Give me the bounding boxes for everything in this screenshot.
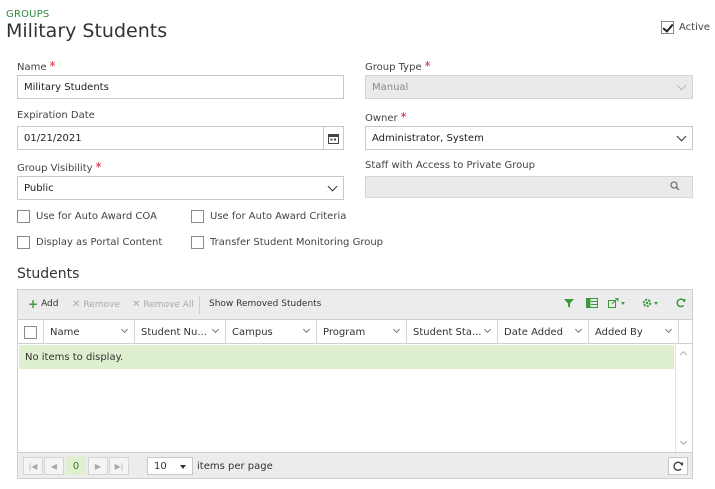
name-label: Name * <box>17 59 56 73</box>
chevron-down-icon <box>574 325 583 334</box>
auto-award-coa-checkbox[interactable] <box>17 210 30 223</box>
transfer-monitoring-option[interactable]: Transfer Student Monitoring Group <box>191 236 383 249</box>
chevron-down-icon <box>676 80 687 91</box>
page-eyebrow: GROUPS <box>6 9 50 20</box>
column-student-number[interactable]: Student Nu... <box>135 320 226 344</box>
expiration-date-input[interactable]: 01/21/2021 <box>17 126 344 150</box>
items-per-page-label: items per page <box>197 461 273 472</box>
name-value: Military Students <box>24 81 109 93</box>
owner-value: Administrator, System <box>372 132 484 144</box>
page-size-select[interactable]: 10 <box>147 457 193 475</box>
close-icon: ✕ <box>132 299 141 310</box>
grid-pager: |◀ ◀ 0 ▶ ▶| 10 items per page <box>18 452 692 478</box>
auto-award-coa-option[interactable]: Use for Auto Award COA <box>17 210 157 223</box>
grid-column-header: Name Student Nu... Campus Program Studen… <box>18 320 692 344</box>
chevron-down-icon <box>392 325 401 334</box>
group-type-value: Manual <box>372 81 409 93</box>
next-page-button[interactable]: ▶ <box>88 457 108 475</box>
plus-icon: + <box>28 296 39 311</box>
active-checkbox[interactable] <box>661 21 674 34</box>
group-type-select: Manual <box>365 75 693 99</box>
owner-label: Owner * <box>365 110 407 124</box>
chevron-down-icon <box>327 181 338 192</box>
export-icon[interactable] <box>608 297 628 311</box>
expiration-date-label: Expiration Date <box>17 110 95 121</box>
add-button[interactable]: + Add <box>28 296 59 311</box>
pager-refresh-button[interactable] <box>668 457 688 475</box>
first-page-button[interactable]: |◀ <box>23 457 43 475</box>
caret-down-icon <box>180 465 186 469</box>
students-section-title: Students <box>17 266 80 282</box>
remove-all-button[interactable]: ✕ Remove All <box>132 299 194 310</box>
last-page-icon: ▶| <box>114 461 124 471</box>
remove-button[interactable]: ✕ Remove <box>72 299 120 310</box>
page-title: Military Students <box>6 20 168 42</box>
close-icon: ✕ <box>72 299 81 310</box>
prev-page-icon: ◀ <box>50 461 58 471</box>
owner-select[interactable]: Administrator, System <box>365 126 693 150</box>
chevron-down-icon <box>211 325 220 334</box>
column-student-status[interactable]: Student Sta... <box>407 320 498 344</box>
toolbar-divider <box>199 296 200 314</box>
column-campus[interactable]: Campus <box>226 320 317 344</box>
group-type-label: Group Type * <box>365 59 431 73</box>
grid-toolbar: + Add ✕ Remove ✕ Remove All Show Removed… <box>18 290 692 320</box>
columns-icon[interactable] <box>586 298 598 311</box>
group-visibility-label: Group Visibility * <box>17 160 102 174</box>
scroll-up-icon[interactable] <box>679 350 688 359</box>
search-icon <box>670 181 680 194</box>
chevron-down-icon <box>120 325 129 334</box>
column-name[interactable]: Name <box>44 320 135 344</box>
last-page-button[interactable]: ▶| <box>109 457 129 475</box>
chevron-down-icon <box>483 325 492 334</box>
auto-award-criteria-checkbox[interactable] <box>191 210 204 223</box>
prev-page-button[interactable]: ◀ <box>44 457 64 475</box>
active-toggle[interactable]: Active <box>661 21 710 34</box>
staff-access-label: Staff with Access to Private Group <box>365 160 535 171</box>
chevron-down-icon <box>664 325 673 334</box>
select-all-column[interactable] <box>18 320 44 344</box>
portal-content-checkbox[interactable] <box>17 236 30 249</box>
staff-access-input <box>365 176 693 198</box>
filter-icon[interactable] <box>564 298 574 311</box>
column-added-by[interactable]: Added By <box>589 320 679 344</box>
name-input[interactable]: Military Students <box>17 75 344 99</box>
refresh-icon <box>672 461 683 471</box>
show-removed-students-button[interactable]: Show Removed Students <box>209 299 321 309</box>
expiration-date-value: 01/21/2021 <box>24 132 82 144</box>
next-page-icon: ▶ <box>94 461 102 471</box>
group-visibility-select[interactable]: Public <box>17 176 344 200</box>
first-page-icon: |◀ <box>28 461 38 471</box>
chevron-down-icon <box>676 131 687 142</box>
students-grid: + Add ✕ Remove ✕ Remove All Show Removed… <box>17 289 693 479</box>
scroll-down-icon[interactable] <box>679 437 688 446</box>
chevron-down-icon <box>302 325 311 334</box>
empty-grid-message: No items to display. <box>19 345 674 369</box>
current-page: 0 <box>66 457 86 475</box>
active-label: Active <box>679 22 710 33</box>
select-all-checkbox[interactable] <box>24 325 37 339</box>
calendar-icon[interactable] <box>323 127 343 149</box>
refresh-icon[interactable] <box>676 298 686 311</box>
gear-icon[interactable] <box>642 298 662 311</box>
auto-award-criteria-option[interactable]: Use for Auto Award Criteria <box>191 210 346 223</box>
column-date-added[interactable]: Date Added <box>498 320 589 344</box>
grid-scrollbar[interactable] <box>675 344 692 452</box>
column-program[interactable]: Program <box>317 320 407 344</box>
group-visibility-value: Public <box>24 182 54 194</box>
portal-content-option[interactable]: Display as Portal Content <box>17 236 162 249</box>
transfer-monitoring-checkbox[interactable] <box>191 236 204 249</box>
